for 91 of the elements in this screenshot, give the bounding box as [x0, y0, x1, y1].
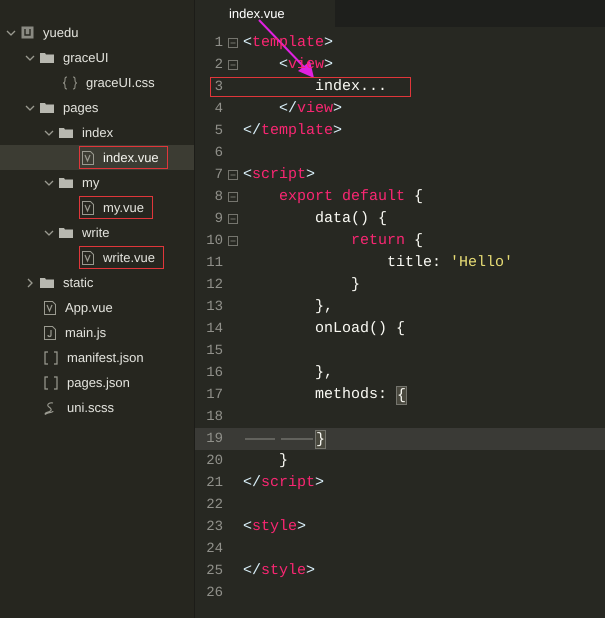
code-line: index... — [314, 76, 388, 97]
code-line: } — [278, 450, 288, 471]
document-v-icon — [82, 150, 94, 164]
document-v-icon — [44, 300, 56, 314]
chevron-down-icon — [25, 102, 35, 112]
code-line: </script> — [243, 472, 324, 493]
chevron-right-icon — [25, 278, 35, 288]
tree-item[interactable]: index — [0, 120, 194, 145]
code-line: <style> — [243, 516, 306, 537]
line-number: 26 — [205, 584, 223, 602]
tree-item[interactable]: my.vue — [0, 195, 194, 220]
code-line: methods: { — [314, 384, 408, 406]
tree-item[interactable]: manifest.json — [0, 345, 194, 370]
code-line: </template> — [243, 120, 342, 141]
chevron-down-icon — [44, 228, 54, 238]
line-number: 23 — [205, 518, 223, 536]
tree-item[interactable]: pages — [0, 95, 194, 120]
code-line: }, — [314, 362, 334, 383]
chevron-down-icon — [44, 128, 54, 138]
tree-item[interactable]: uni.scss — [0, 395, 194, 420]
line-number: 5 — [214, 122, 223, 140]
tree-item[interactable]: index.vue — [0, 145, 194, 170]
code-line: </view> — [278, 98, 342, 119]
tree-item[interactable]: pages.json — [0, 370, 194, 395]
fold-icon[interactable] — [228, 214, 238, 224]
line-number: 4 — [214, 100, 223, 118]
line-number: 6 — [214, 144, 223, 162]
document-v-icon — [82, 200, 94, 214]
line-number: 11 — [205, 254, 223, 272]
tree-item[interactable]: static — [0, 270, 194, 295]
line-number: 15 — [205, 342, 223, 360]
fold-icon[interactable] — [228, 192, 238, 202]
line-number: 21 — [205, 474, 223, 492]
editor-tab[interactable]: index.vue — [195, 0, 335, 27]
line-number: 2 — [214, 56, 223, 74]
line-number: 7 — [214, 166, 223, 184]
line-number: 18 — [205, 408, 223, 426]
fold-icon[interactable] — [228, 38, 238, 48]
annotation-box: write.vue — [79, 246, 164, 269]
brackets-icon — [44, 350, 58, 364]
code-line: }, — [314, 296, 334, 317]
line-number: 20 — [205, 452, 223, 470]
brackets-icon — [44, 376, 58, 390]
code-line: export default { — [278, 186, 424, 207]
tree-item[interactable]: main.js — [0, 320, 194, 345]
chevron-down-icon — [6, 28, 16, 38]
line-number: 25 — [205, 562, 223, 580]
project-icon — [21, 26, 34, 39]
line-number: 10 — [205, 232, 223, 250]
line-number: 19 — [205, 430, 223, 448]
line-number: 22 — [205, 496, 223, 514]
chevron-down-icon — [25, 52, 35, 62]
annotation-box: index.vue — [79, 146, 168, 169]
tree-item[interactable]: yuedu — [0, 20, 194, 45]
line-number: 8 — [214, 188, 223, 206]
tree-item[interactable]: App.vue — [0, 295, 194, 320]
folder-icon — [59, 227, 73, 238]
code-line: return { — [350, 230, 424, 251]
annotation-box: my.vue — [79, 196, 153, 219]
document-v-icon — [82, 250, 94, 264]
tree-item[interactable]: graceUI — [0, 45, 194, 70]
line-number: 13 — [205, 298, 223, 316]
folder-icon — [59, 177, 73, 188]
line-number: 12 — [205, 276, 223, 294]
code-line: </style> — [243, 560, 316, 581]
folder-icon — [59, 127, 73, 138]
fold-icon[interactable] — [228, 60, 238, 70]
fold-icon[interactable] — [228, 236, 238, 246]
tree-item[interactable]: graceUI.css — [0, 70, 194, 95]
line-number: 1 — [214, 34, 223, 52]
code-line: title: 'Hello' — [386, 252, 514, 273]
tree-item[interactable]: my — [0, 170, 194, 195]
tree-item[interactable]: write.vue — [0, 245, 194, 270]
folder-icon — [40, 102, 54, 113]
tree-item[interactable]: write — [0, 220, 194, 245]
folder-icon — [40, 277, 54, 288]
fold-icon[interactable] — [228, 170, 238, 180]
code-line: } — [350, 274, 360, 295]
code-line: data() { — [314, 208, 388, 229]
line-number: 17 — [205, 386, 223, 404]
line-number: 24 — [205, 540, 223, 558]
line-number: 9 — [214, 210, 223, 228]
chevron-down-icon — [44, 178, 54, 188]
braces-icon — [63, 76, 77, 90]
code-line: onLoad() { — [314, 318, 406, 339]
folder-icon — [40, 52, 54, 63]
line-number: 16 — [205, 364, 223, 382]
line-number: 3 — [214, 78, 223, 96]
code-line: <script> — [243, 164, 316, 185]
line-number: 14 — [205, 320, 223, 338]
document-j-icon — [44, 326, 56, 340]
